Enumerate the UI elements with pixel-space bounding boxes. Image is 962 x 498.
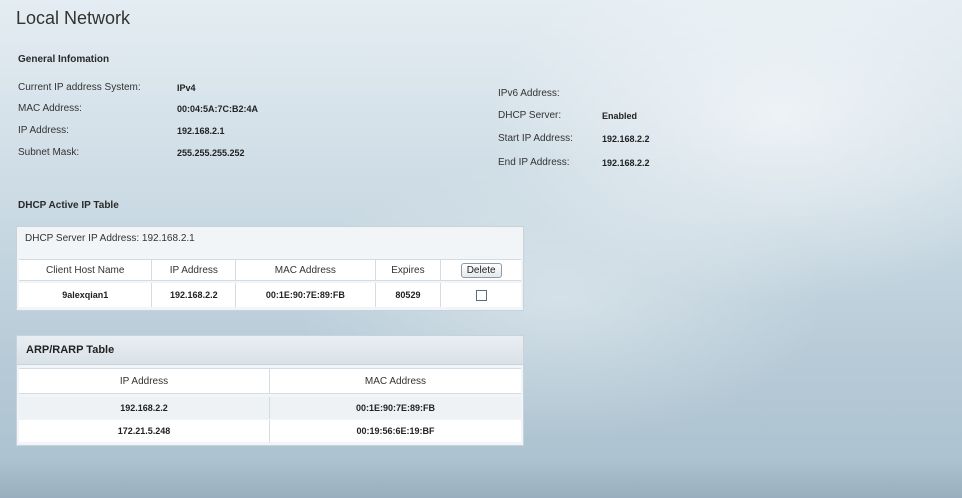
mac-address-value: 00:04:5A:7C:B2:4A [177,104,259,114]
start-ip-value: 192.168.2.2 [602,134,650,144]
delete-button[interactable]: Delete [460,262,502,278]
dhcp-table-header-row: Client Host Name IP Address MAC Address … [19,259,521,281]
start-ip-label: Start IP Address: [498,133,573,144]
arp-mac-cell: 00:19:56:6E:19:BF [270,420,521,442]
mac-address-cell: 00:1E:90:7E:89:FB [236,283,376,307]
ip-system-value: IPv4 [177,83,196,93]
mac-address-label: MAC Address: [18,103,82,114]
ip-address-label: IP Address: [18,125,69,136]
table-row: 192.168.2.2 00:1E:90:7E:89:FB [19,397,521,419]
col-ip-address: IP Address [152,259,237,281]
start-ip-row: Start IP Address: 192.168.2.2 [498,133,650,144]
col-expires: Expires [375,259,442,281]
delete-checkbox[interactable] [475,289,487,301]
arp-col-ip-address: IP Address [19,368,270,394]
subnet-mask-label: Subnet Mask: [18,147,80,158]
arp-col-mac-address: MAC Address [270,368,521,394]
general-info-heading: General Infomation [18,54,110,65]
end-ip-row: End IP Address: 192.168.2.2 [498,157,650,168]
client-host-name-cell: 9alexqian1 [19,283,153,307]
arp-table-title: ARP/RARP Table [17,336,523,365]
page-title: Local Network [16,8,131,28]
col-client-host-name: Client Host Name [19,259,153,281]
arp-ip-cell: 172.21.5.248 [19,420,270,442]
ip-address-value: 192.168.2.1 [177,126,225,136]
end-ip-value: 192.168.2.2 [602,158,650,168]
ip-system-row: Current IP address System: IPv4 [18,82,196,93]
ip-system-label: Current IP address System: [18,82,141,93]
expires-cell: 80529 [375,283,442,307]
dhcp-server-row: DHCP Server: Enabled [498,110,637,121]
dhcp-server-ip-value: 192.168.2.1 [141,233,195,244]
dhcp-table-heading: DHCP Active IP Table [18,200,119,211]
table-row: 9alexqian1 192.168.2.2 00:1E:90:7E:89:FB… [19,283,521,307]
arp-ip-cell: 192.168.2.2 [19,397,270,419]
mac-address-row: MAC Address: 00:04:5A:7C:B2:4A [18,103,258,114]
ip-address-row: IP Address: 192.168.2.1 [18,125,225,136]
col-delete: Delete [441,259,521,281]
subnet-mask-value: 255.255.255.252 [177,148,245,158]
background-shade [0,460,962,498]
arp-mac-cell: 00:1E:90:7E:89:FB [270,397,521,419]
arp-table-header-row: IP Address MAC Address [19,368,521,394]
table-row: 172.21.5.248 00:19:56:6E:19:BF [19,420,521,442]
dhcp-server-ip-line: DHCP Server IP Address: 192.168.2.1 [25,233,195,244]
arp-rarp-table: ARP/RARP Table IP Address MAC Address 19… [16,335,524,446]
ip-address-cell: 192.168.2.2 [152,283,237,307]
dhcp-active-ip-table: DHCP Server IP Address: 192.168.2.1 Clie… [16,226,524,311]
dhcp-server-value: Enabled [602,111,638,121]
dhcp-server-label: DHCP Server: [498,110,562,121]
ipv6-address-label: IPv6 Address: [498,88,560,99]
delete-cell [441,283,521,307]
end-ip-label: End IP Address: [498,157,570,168]
dhcp-server-ip-label: DHCP Server IP Address: [25,233,140,244]
ipv6-address-row: IPv6 Address: [498,88,560,99]
subnet-mask-row: Subnet Mask: 255.255.255.252 [18,147,245,158]
col-mac-address: MAC Address [236,259,376,281]
